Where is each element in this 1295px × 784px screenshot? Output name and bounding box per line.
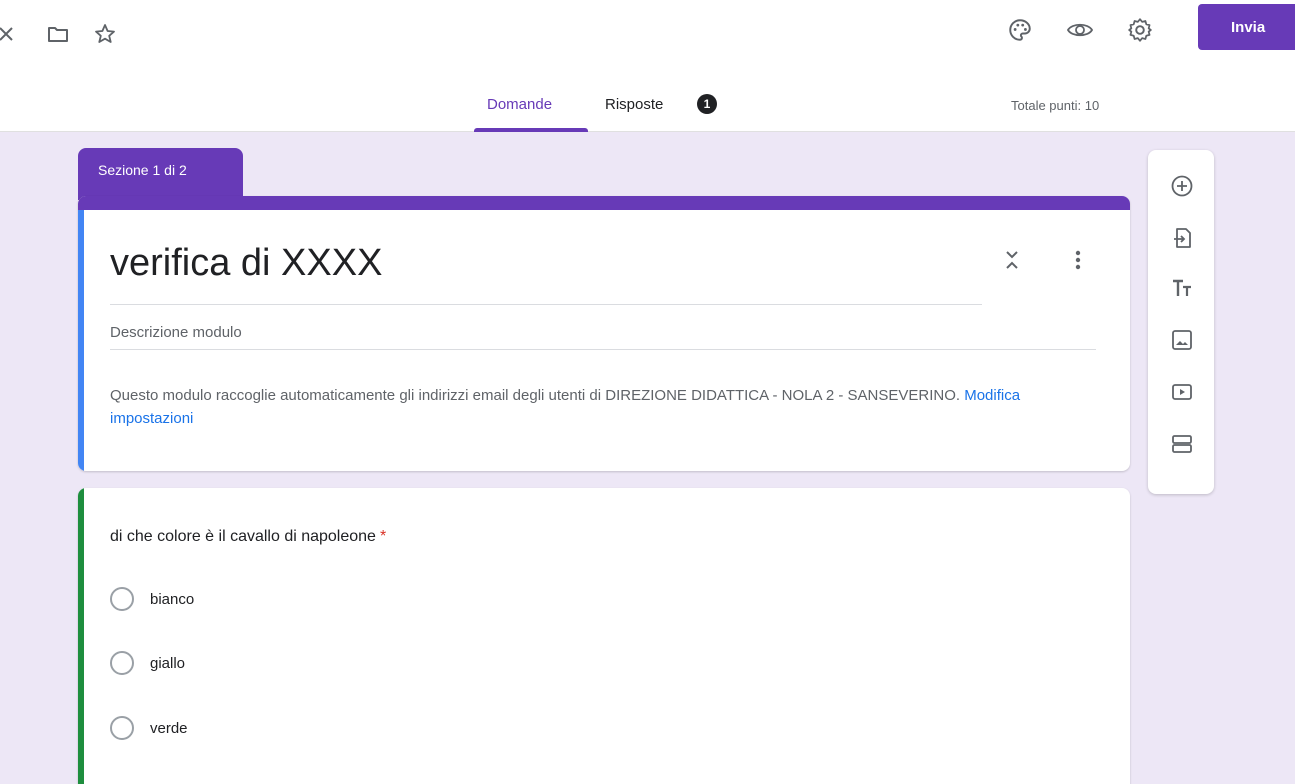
top-header: Invia <box>0 0 1295 70</box>
question-title[interactable]: di che colore è il cavallo di napoleone * <box>110 528 386 546</box>
preview-eye-icon[interactable] <box>1066 16 1094 44</box>
form-description-field[interactable]: Descrizione modulo <box>110 324 242 341</box>
total-points: Totale punti: 10 <box>1011 98 1100 113</box>
collapse-section-icon[interactable] <box>1002 246 1022 274</box>
description-underline <box>110 349 1096 350</box>
floating-toolbar <box>1148 150 1214 494</box>
option-label: giallo <box>150 654 186 672</box>
option-row[interactable]: verde <box>110 715 188 741</box>
question-text: di che colore è il cavallo di napoleone <box>110 528 376 545</box>
option-row[interactable]: bianco <box>110 586 194 612</box>
settings-gear-icon[interactable] <box>1126 16 1154 44</box>
folder-icon[interactable] <box>44 20 72 48</box>
add-video-icon[interactable] <box>1168 378 1196 406</box>
option-row[interactable]: giallo <box>110 650 185 676</box>
tab-responses[interactable]: Risposte <box>605 96 663 113</box>
radio-button[interactable] <box>110 651 134 675</box>
title-underline <box>110 304 982 305</box>
more-options-icon[interactable] <box>1068 246 1088 274</box>
tab-questions[interactable]: Domande <box>487 96 552 113</box>
close-icon[interactable] <box>0 20 20 48</box>
option-label: verde <box>150 719 188 737</box>
form-title-card[interactable]: verifica di XXXX Descrizione modulo Ques… <box>78 196 1130 471</box>
radio-button[interactable] <box>110 587 134 611</box>
title-card-accent-strip <box>78 196 1130 210</box>
question-card[interactable]: di che colore è il cavallo di napoleone *… <box>78 488 1130 784</box>
add-section-icon[interactable] <box>1168 430 1196 458</box>
form-title[interactable]: verifica di XXXX <box>110 242 382 285</box>
tabs-bar: Domande Risposte 1 Totale punti: 10 <box>0 70 1295 132</box>
section-label: Sezione 1 di 2 <box>78 148 243 200</box>
option-label: bianco <box>150 590 195 608</box>
required-asterisk: * <box>379 528 387 545</box>
responses-count-badge: 1 <box>697 94 717 114</box>
add-question-icon[interactable] <box>1168 172 1196 200</box>
email-collection-notice: Questo modulo raccoglie automaticamente … <box>110 384 1100 430</box>
form-editor-area: Sezione 1 di 2 verifica di XXXX Descrizi… <box>0 132 1295 784</box>
notice-text: Questo modulo raccoglie automaticamente … <box>110 387 961 404</box>
import-questions-icon[interactable] <box>1168 224 1196 252</box>
active-card-indicator <box>78 210 84 471</box>
star-icon[interactable] <box>91 20 119 48</box>
palette-icon[interactable] <box>1006 16 1034 44</box>
add-image-icon[interactable] <box>1168 326 1196 354</box>
radio-button[interactable] <box>110 716 134 740</box>
question-card-indicator <box>78 488 84 784</box>
add-title-text-icon[interactable] <box>1168 274 1196 302</box>
send-button[interactable]: Invia <box>1198 4 1295 50</box>
